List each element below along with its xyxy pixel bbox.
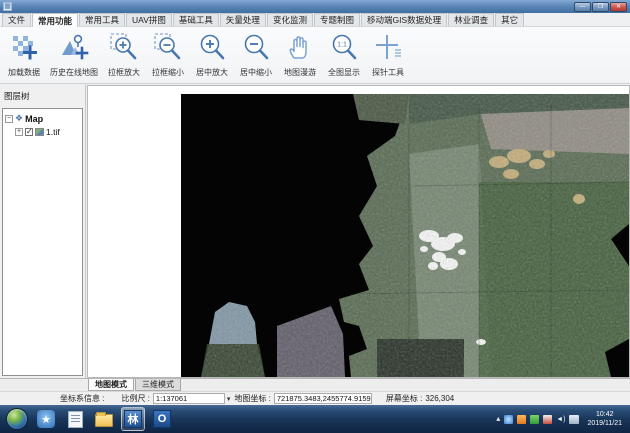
menu-tab-uav-mosaic[interactable]: UAV拼图	[126, 13, 172, 26]
network-icon[interactable]	[569, 415, 579, 424]
menu-tab-change-monitoring[interactable]: 变化监测	[267, 13, 313, 26]
menu-tab-thematic-mapping[interactable]: 专题制图	[314, 13, 360, 26]
center-zoom-out-button[interactable]: 居中缩小	[234, 29, 278, 81]
svg-text:1:1: 1:1	[337, 42, 347, 49]
tree-node-layer[interactable]: + 1.tif	[5, 125, 80, 138]
scale-label: 比例尺 :	[121, 393, 149, 404]
volume-icon[interactable]: ◄)	[556, 416, 565, 423]
load-data-button[interactable]: 加载数据	[2, 29, 46, 81]
tray-security-icon[interactable]	[543, 415, 552, 424]
tool-label: 历史在线地图	[50, 69, 98, 77]
window-app-icon[interactable]: ▦	[3, 2, 12, 11]
layer-visibility-checkbox[interactable]	[25, 128, 33, 136]
box-zoom-out-button[interactable]: 拉框缩小	[146, 29, 190, 81]
screen-coordinate-label: 屏幕坐标 :	[386, 393, 422, 404]
taskbar-o-app-button[interactable]: O	[150, 407, 174, 431]
o-app-icon: O	[153, 410, 171, 428]
chevron-down-icon[interactable]: ▾	[227, 395, 231, 403]
tool-label: 加载数据	[8, 69, 40, 77]
menu-tab-common-tools[interactable]: 常用工具	[79, 13, 125, 26]
taskbar-notepad-button[interactable]	[63, 407, 87, 431]
menu-tab-common-functions[interactable]: 常用功能	[32, 13, 78, 27]
close-button[interactable]: ✕	[610, 2, 627, 12]
menu-tab-basic-tools[interactable]: 基础工具	[173, 13, 219, 26]
scale-combobox[interactable]: 1:137061	[153, 393, 225, 404]
layer-tree[interactable]: − ❖ Map + 1.tif	[2, 108, 83, 376]
menu-tab-bar: 文件 常用功能 常用工具 UAV拼图 基础工具 矢量处理 变化监测 专题制图 移…	[0, 13, 630, 27]
raster-layer-icon	[35, 128, 44, 136]
tool-label: 居中放大	[196, 69, 228, 77]
map-coordinate-label: 地图坐标 :	[234, 393, 270, 404]
history-online-map-icon	[59, 32, 89, 62]
tab-3d-mode[interactable]: 三维模式	[135, 379, 181, 391]
coordinate-system-label: 坐标系信息 :	[60, 393, 104, 404]
probe-tool-icon	[373, 32, 403, 62]
clock-time: 10:42	[587, 410, 622, 419]
menu-tab-vector-processing[interactable]: 矢量处理	[220, 13, 266, 26]
taskbar-messenger-button[interactable]: ★	[34, 407, 58, 431]
document-icon	[68, 411, 83, 428]
box-zoom-in-button[interactable]: 拉框放大	[102, 29, 146, 81]
layer-panel-title: 图层树	[4, 90, 81, 102]
tool-label: 居中缩小	[240, 69, 272, 77]
tool-label: 拉框放大	[108, 69, 140, 77]
menu-tab-forestry-survey[interactable]: 林业调查	[448, 13, 494, 26]
clock-date: 2019/11/21	[587, 419, 622, 428]
load-data-icon	[9, 32, 39, 62]
start-button[interactable]	[6, 408, 28, 430]
tool-label: 地图漫游	[284, 69, 316, 77]
tab-map-mode[interactable]: 地图模式	[88, 379, 134, 391]
star-icon: ★	[37, 410, 55, 428]
tray-grid-icon[interactable]	[517, 415, 526, 424]
application-window: ▦ — ❐ ✕ 文件 常用功能 常用工具 UAV拼图 基础工具 矢量处理 变化监…	[0, 0, 630, 433]
taskbar-explorer-button[interactable]	[92, 407, 116, 431]
pan-hand-icon	[285, 32, 315, 62]
center-zoom-out-icon	[241, 32, 271, 62]
full-extent-icon: 1:1	[329, 32, 359, 62]
expand-icon[interactable]: +	[15, 128, 23, 136]
center-zoom-in-button[interactable]: 居中放大	[190, 29, 234, 81]
center-zoom-in-icon	[197, 32, 227, 62]
menu-tab-file[interactable]: 文件	[2, 13, 31, 26]
layer-name: 1.tif	[46, 127, 60, 137]
map-coordinate-value[interactable]: 721875.3483,2455774.9159	[274, 393, 372, 404]
maximize-button[interactable]: ❐	[592, 2, 609, 12]
menu-tab-other[interactable]: 其它	[495, 13, 524, 26]
map-layers-icon: ❖	[15, 114, 23, 123]
box-zoom-out-icon	[153, 32, 183, 62]
status-bar: 坐标系信息 : 比例尺 : 1:137061 ▾ 地图坐标 : 721875.3…	[0, 391, 630, 405]
tree-root-label: Map	[25, 114, 43, 124]
taskbar-clock[interactable]: 10:42 2019/11/21	[587, 410, 622, 428]
tool-label: 全图显示	[328, 69, 360, 77]
taskbar-forestry-gis-button[interactable]: 林	[121, 407, 145, 431]
tray-expand-icon[interactable]: ▴	[496, 415, 500, 423]
screen-coordinate-value: 326,304	[425, 394, 454, 403]
map-pan-button[interactable]: 地图漫游	[278, 29, 322, 81]
satellite-raster-image[interactable]	[181, 94, 629, 377]
title-bar: ▦ — ❐ ✕	[0, 0, 630, 13]
menu-tab-mobile-gis[interactable]: 移动端GIS数据处理	[361, 13, 447, 26]
map-canvas[interactable]	[87, 85, 630, 378]
folder-icon	[95, 414, 113, 427]
workspace: 图层树 − ❖ Map + 1.tif	[0, 84, 630, 378]
map-mode-tab-bar: 地图模式 三维模式	[0, 378, 630, 391]
tree-node-map[interactable]: − ❖ Map	[5, 112, 80, 125]
tray-antivirus-icon[interactable]	[530, 415, 539, 424]
collapse-icon[interactable]: −	[5, 115, 13, 123]
box-zoom-in-icon	[109, 32, 139, 62]
windows-taskbar: ★ 林 O ▴ ◄) 10:42 2019/11/21	[0, 405, 630, 433]
layer-tree-panel: 图层树 − ❖ Map + 1.tif	[0, 84, 86, 378]
toolbar: 加载数据 历史在线地图	[0, 27, 630, 84]
full-extent-button[interactable]: 1:1 全图显示	[322, 29, 366, 81]
tray-im-icon[interactable]	[504, 415, 513, 424]
system-tray: ▴ ◄) 10:42 2019/11/21	[496, 410, 626, 428]
minimize-button[interactable]: —	[574, 2, 591, 12]
tool-label: 拉框缩小	[152, 69, 184, 77]
history-online-map-button[interactable]: 历史在线地图	[46, 29, 102, 81]
tool-label: 探针工具	[372, 69, 404, 77]
probe-tool-button[interactable]: 探针工具	[366, 29, 410, 81]
forestry-app-icon: 林	[124, 410, 142, 428]
